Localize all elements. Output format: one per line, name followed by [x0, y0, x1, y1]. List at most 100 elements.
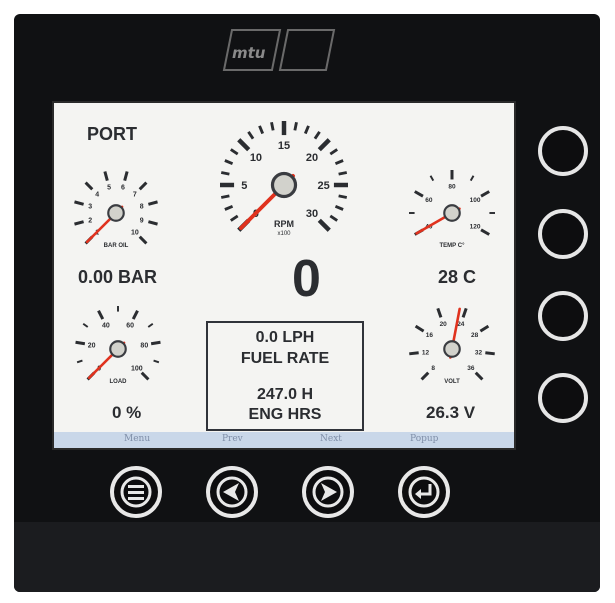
volt-gauge-tick — [461, 307, 468, 318]
side-button-3[interactable] — [538, 291, 588, 341]
side-button-2[interactable] — [538, 209, 588, 259]
volt-gauge-tick — [414, 324, 425, 333]
oil-gauge-tick — [74, 220, 84, 226]
enter-button[interactable] — [398, 466, 450, 518]
next-button[interactable] — [302, 466, 354, 518]
volt-gauge-tick — [485, 351, 495, 356]
rpm-gauge-tick — [303, 125, 310, 135]
rpm-gauge-tick — [224, 204, 234, 211]
temp-gauge-tick — [414, 190, 424, 198]
rpm-gauge-tick — [258, 125, 265, 135]
load-gauge-hub — [109, 340, 127, 358]
oil-gauge-tick-label: 5 — [107, 185, 111, 192]
load-gauge-tick — [150, 340, 161, 346]
rpm-gauge-tick — [329, 148, 339, 156]
rpm-readout: 0 — [292, 250, 321, 308]
oil-gauge-tick-label: 9 — [140, 217, 144, 224]
menu-icon — [120, 476, 152, 508]
mtu-logo: mtu — [222, 29, 336, 71]
rpm-gauge-tick — [329, 214, 339, 222]
volt-gauge-tick-label: 8 — [431, 365, 435, 372]
rpm-gauge-tick — [313, 130, 321, 140]
rpm-gauge-hub — [270, 171, 298, 199]
menu-button[interactable] — [110, 466, 162, 518]
load-gauge-tick-label: 60 — [126, 323, 134, 330]
rpm-gauge-tick-label: 10 — [250, 152, 262, 164]
load-gauge-tick-label: 100 — [131, 365, 143, 372]
load-gauge-tick-label: 80 — [140, 342, 148, 349]
volt-gauge-tick-label: 20 — [440, 321, 448, 328]
volt-gauge-tick-label: 36 — [467, 365, 475, 372]
rpm-gauge-tick — [334, 204, 344, 211]
volt-gauge-tick-label: 32 — [475, 349, 483, 356]
temp-gauge-tick-label: 60 — [425, 197, 433, 204]
temp-gauge-tick-label: 80 — [448, 184, 456, 191]
volt-gauge-tick-label: 28 — [471, 332, 479, 339]
oil-gauge-tick-label: 10 — [131, 229, 139, 236]
volt-gauge-tick-label: 12 — [422, 349, 430, 356]
oil-gauge-tick — [148, 200, 158, 206]
volt-gauge-tick — [474, 371, 484, 381]
rpm-gauge-tick — [220, 171, 230, 176]
rpm-gauge-tick — [338, 171, 348, 176]
engine-hours-value: 247.0 H — [256, 386, 314, 403]
gauge-display-screen: 12345678910BAR OIL051015202530RPMx100406… — [52, 101, 516, 450]
temp-gauge-tick — [480, 190, 490, 198]
oil-gauge-tick — [138, 181, 148, 191]
softkey-next[interactable]: Next — [320, 434, 342, 444]
rpm-gauge-tick — [317, 218, 331, 232]
volt-gauge-tick — [479, 324, 490, 333]
fuel-info-box: 0.0 LPH FUEL RATE 247.0 H ENG HRS — [206, 321, 364, 431]
oil-gauge-tick-label: 2 — [88, 217, 92, 224]
previous-button[interactable] — [206, 466, 258, 518]
rpm-gauge-tick — [224, 159, 234, 166]
oil-gauge-hub — [107, 204, 125, 222]
enter-icon — [408, 476, 440, 508]
engine-side-label: PORT — [87, 124, 138, 144]
load-readout: 0 % — [112, 403, 142, 422]
volt-gauge-tick — [436, 307, 443, 318]
right-arrow-icon — [312, 476, 344, 508]
oil-gauge-label: BAR OIL — [104, 243, 129, 249]
softkey-popup[interactable]: Popup — [410, 434, 438, 444]
rpm-gauge-tick — [338, 194, 348, 199]
softkey-bar: Menu Prev Next Popup — [54, 432, 514, 448]
rpm-gauge-tick-label: 20 — [306, 152, 318, 164]
fuel-rate-value: 0.0 LPH — [255, 329, 315, 346]
oil-gauge-tick-label: 7 — [133, 192, 137, 199]
volt-gauge-tick — [409, 351, 419, 356]
oil-gauge-tick — [123, 171, 129, 181]
rpm-gauge-tick-label: 15 — [278, 140, 290, 152]
temp-gauge-tick — [469, 175, 475, 182]
rpm-gauge-tick — [334, 159, 344, 166]
temp-gauge-tick — [429, 175, 435, 182]
load-gauge-tick-label: 20 — [88, 342, 96, 349]
side-button-1[interactable] — [538, 126, 588, 176]
svg-text:mtu: mtu — [232, 44, 266, 62]
rpm-gauge-tick — [229, 148, 239, 156]
rpm-gauge-tick — [247, 130, 255, 140]
load-gauge-tick — [131, 310, 139, 320]
rpm-gauge-multiplier: x100 — [277, 231, 291, 237]
softkey-prev[interactable]: Prev — [222, 434, 243, 444]
oil-gauge-tick — [74, 200, 84, 206]
oil-gauge-tick-label: 3 — [88, 204, 92, 211]
rpm-gauge-tick — [317, 138, 331, 152]
volt-gauge-label: VOLT — [444, 379, 460, 385]
voltage-readout: 26.3 V — [426, 403, 476, 422]
temp-gauge-tick-label: 100 — [470, 197, 481, 204]
fuel-rate-label: FUEL RATE — [240, 350, 330, 367]
temp-gauge-label: TEMP C° — [440, 243, 466, 249]
rpm-gauge-tick — [293, 121, 298, 131]
load-gauge-tick — [140, 371, 150, 381]
rpm-gauge-tick — [237, 138, 251, 152]
softkey-menu[interactable]: Menu — [124, 434, 150, 444]
oil-gauge-tick — [103, 171, 109, 181]
load-gauge-tick — [75, 340, 86, 346]
rpm-gauge-tick — [229, 214, 239, 222]
side-button-4[interactable] — [538, 373, 588, 423]
oil-gauge-tick-label: 4 — [95, 192, 99, 199]
rpm-gauge-tick — [220, 194, 230, 199]
rpm-gauge-tick-label: 30 — [306, 208, 318, 220]
load-gauge-tick — [147, 322, 154, 328]
